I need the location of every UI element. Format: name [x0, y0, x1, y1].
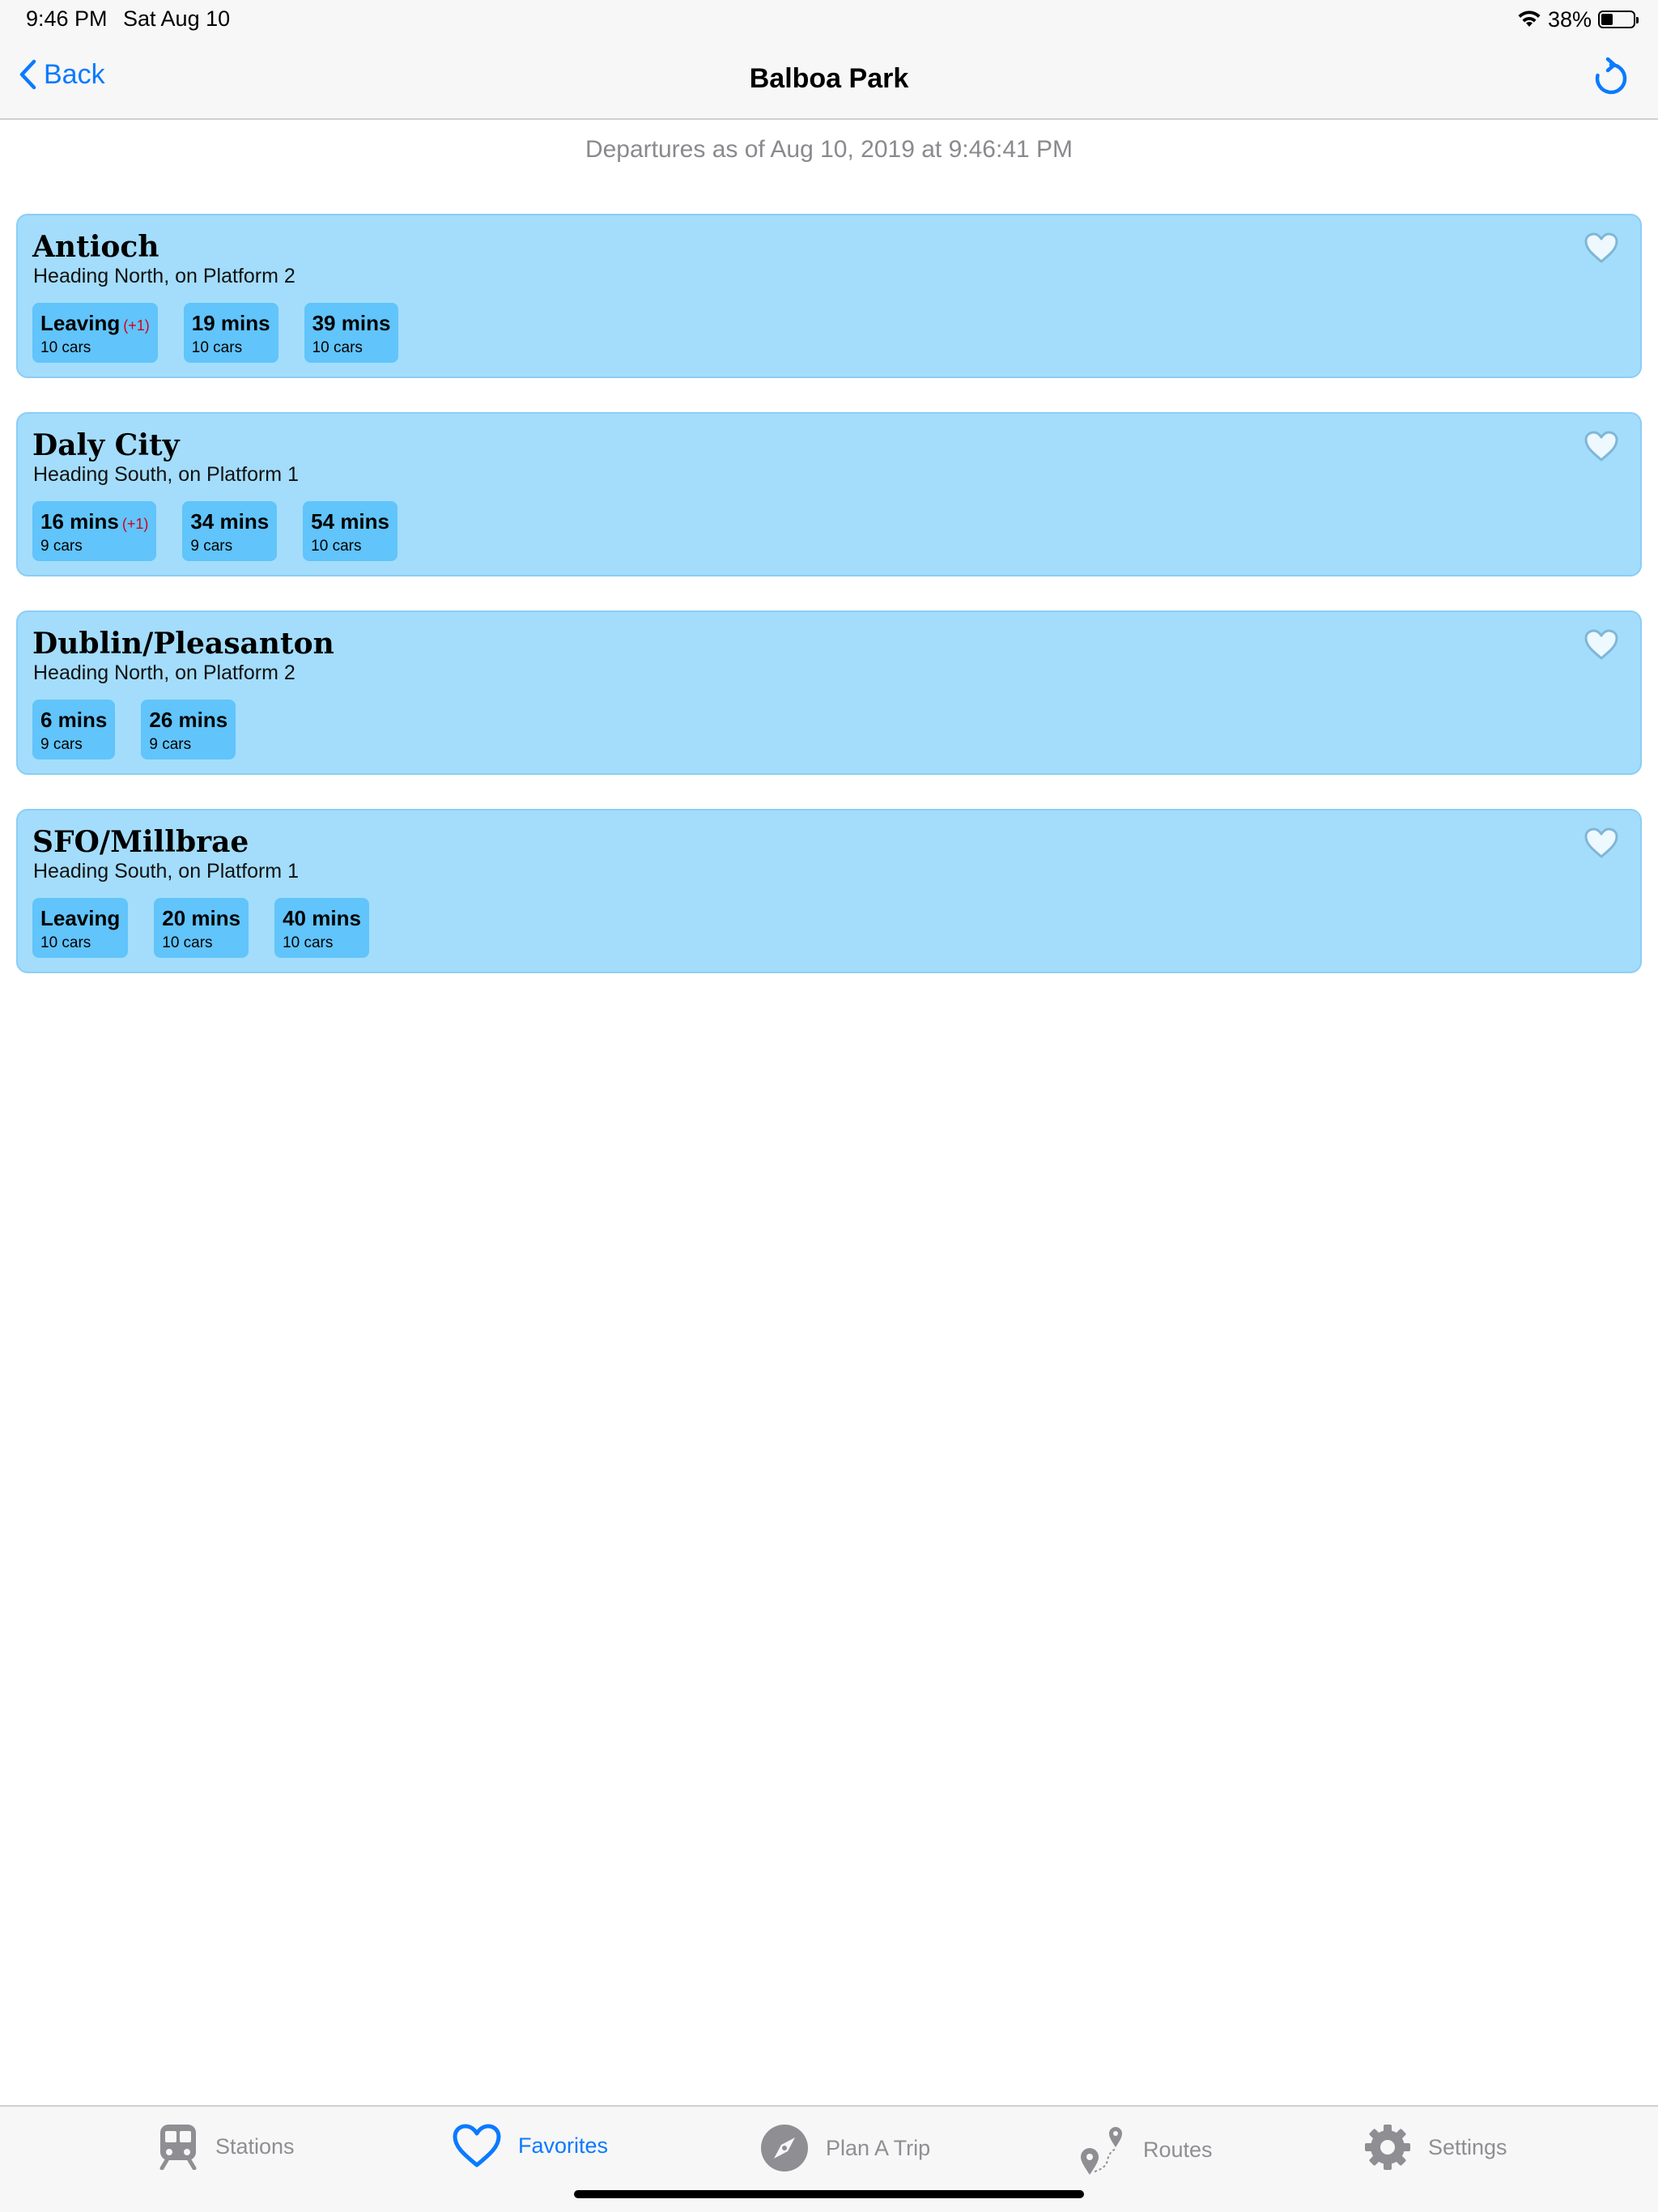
favorite-button[interactable] — [1584, 430, 1619, 462]
departure-chip[interactable]: 40 mins 10 cars — [274, 898, 369, 958]
departure-time: 16 mins — [40, 509, 119, 534]
departure-time-line: 54 mins — [311, 509, 389, 534]
car-count: 10 cars — [40, 339, 91, 356]
gear-icon — [1365, 2125, 1410, 2170]
tab-label: Routes — [1143, 2137, 1213, 2162]
destination-name: Dublin/Pleasanton — [32, 627, 334, 661]
car-count: 10 cars — [191, 339, 243, 356]
navigation-bar: Back Balboa Park — [0, 39, 1658, 120]
departure-time-line: 34 mins — [190, 509, 269, 534]
departure-time: 20 mins — [162, 906, 241, 930]
heart-outline-icon — [1584, 827, 1618, 858]
tab-plan-a-trip[interactable]: Plan A Trip — [759, 2123, 930, 2173]
departure-time-line: 6 mins — [40, 708, 107, 733]
departure-time: 40 mins — [283, 906, 361, 930]
tab-label: Plan A Trip — [826, 2135, 931, 2160]
departure-chips: 16 mins (+1) 9 cars 34 mins 9 cars 54 mins 10 … — [32, 501, 397, 561]
departure-chip[interactable]: Leaving 10 cars — [32, 898, 129, 958]
car-count: 9 cars — [190, 538, 233, 555]
favorite-button[interactable] — [1584, 827, 1619, 859]
departure-chip[interactable]: 6 mins 9 cars — [32, 700, 116, 759]
departure-chip[interactable]: Leaving (+1) 10 cars — [32, 303, 158, 363]
tab-favorites[interactable]: Favorites — [452, 2123, 608, 2168]
battery-level-fill — [1601, 14, 1613, 25]
status-indicators: 38% — [1517, 6, 1639, 32]
battery-icon — [1598, 11, 1639, 28]
departure-time: Leaving — [40, 311, 121, 335]
departure-time: 6 mins — [40, 708, 108, 732]
tab-label: Stations — [215, 2133, 295, 2159]
car-count: 10 cars — [283, 934, 334, 951]
departure-chips: Leaving (+1) 10 cars 19 mins 10 cars 39 mins 1… — [32, 303, 399, 363]
destination-card: Daly City Heading South, on Platform 1 16 … — [16, 412, 1642, 576]
platform-info: Heading South, on Platform 1 — [33, 463, 299, 486]
departure-time: 19 mins — [191, 311, 270, 335]
departure-chip[interactable]: 26 mins 9 cars — [141, 700, 236, 759]
favorite-button[interactable] — [1584, 232, 1619, 264]
favorite-button[interactable] — [1584, 628, 1619, 661]
departure-chips: Leaving 10 cars 20 mins 10 cars 40 mins 10 ca… — [32, 898, 369, 958]
departure-time-line: Leaving (+1) — [40, 311, 150, 336]
heart-icon — [453, 2124, 501, 2167]
tab-stations[interactable]: Stations — [157, 2123, 295, 2170]
departure-time: 26 mins — [149, 708, 228, 732]
departure-time: 34 mins — [190, 509, 270, 534]
destination-name: Daly City — [32, 428, 180, 462]
car-count: 9 cars — [40, 538, 83, 555]
departure-chip[interactable]: 34 mins 9 cars — [182, 501, 278, 561]
departure-time-line: Leaving — [40, 906, 120, 931]
departure-chips: 6 mins 9 cars 26 mins 9 cars — [32, 700, 236, 759]
wifi-icon — [1518, 11, 1541, 27]
tab-settings[interactable]: Settings — [1363, 2123, 1507, 2172]
platform-info: Heading South, on Platform 1 — [33, 860, 299, 883]
car-count: 9 cars — [40, 736, 83, 753]
heart-outline-icon — [1584, 629, 1618, 660]
departure-chip[interactable]: 19 mins 10 cars — [183, 303, 278, 363]
heart-outline-icon — [1584, 431, 1618, 462]
tab-label: Settings — [1428, 2134, 1507, 2159]
destination-name: SFO/Millbrae — [32, 825, 249, 859]
tab-routes[interactable]: Routes — [1078, 2123, 1213, 2176]
compass-icon — [761, 2125, 808, 2172]
destination-card: SFO/Millbrae Heading South, on Platform 1… — [16, 809, 1642, 973]
car-count: 10 cars — [311, 538, 362, 555]
destination-card: Dublin/Pleasanton Heading North, on Platf… — [16, 610, 1642, 775]
route-pins-icon — [1081, 2127, 1122, 2175]
departure-time-line: 39 mins — [312, 311, 391, 336]
destination-list: Antioch Heading North, on Platform 2 Leavi… — [16, 214, 1642, 1007]
heart-outline-icon — [1584, 232, 1618, 263]
car-count: 10 cars — [40, 934, 91, 951]
departure-time: 39 mins — [312, 311, 391, 335]
departure-chip[interactable]: 20 mins 10 cars — [154, 898, 249, 958]
departure-chip[interactable]: 16 mins (+1) 9 cars — [32, 501, 157, 561]
car-count: 10 cars — [312, 339, 363, 356]
status-date: Sat Aug 10 — [123, 6, 231, 31]
home-indicator — [574, 2190, 1084, 2198]
departure-time-line: 40 mins — [283, 906, 361, 931]
departure-chip[interactable]: 39 mins 10 cars — [304, 303, 399, 363]
train-icon — [159, 2125, 197, 2170]
battery-percent: 38% — [1547, 6, 1592, 32]
destination-name: Antioch — [32, 230, 159, 264]
departure-time: Leaving — [40, 906, 121, 930]
delay-badge: (+1) — [121, 516, 149, 532]
status-bar: 9:46 PM Sat Aug 10 38% — [0, 0, 1658, 39]
platform-info: Heading North, on Platform 2 — [33, 265, 295, 287]
departure-time-line: 19 mins — [192, 311, 270, 336]
delay-badge: (+1) — [123, 317, 150, 334]
status-time: 9:46 PM — [26, 6, 108, 31]
departure-time: 54 mins — [311, 509, 389, 534]
departure-time-line: 20 mins — [162, 906, 240, 931]
car-count: 9 cars — [149, 736, 192, 753]
platform-info: Heading North, on Platform 2 — [33, 661, 295, 684]
destination-card: Antioch Heading North, on Platform 2 Leavi… — [16, 214, 1642, 378]
departure-time-line: 26 mins — [149, 708, 227, 733]
departure-chip[interactable]: 54 mins 10 cars — [303, 501, 397, 561]
refresh-icon[interactable] — [1590, 57, 1632, 99]
departures-timestamp: Departures as of Aug 10, 2019 at 9:46:41… — [585, 136, 1073, 163]
departure-time-line: 16 mins (+1) — [40, 509, 148, 534]
tab-label: Favorites — [518, 2133, 609, 2158]
car-count: 10 cars — [162, 934, 213, 951]
page-title: Balboa Park — [749, 63, 909, 94]
